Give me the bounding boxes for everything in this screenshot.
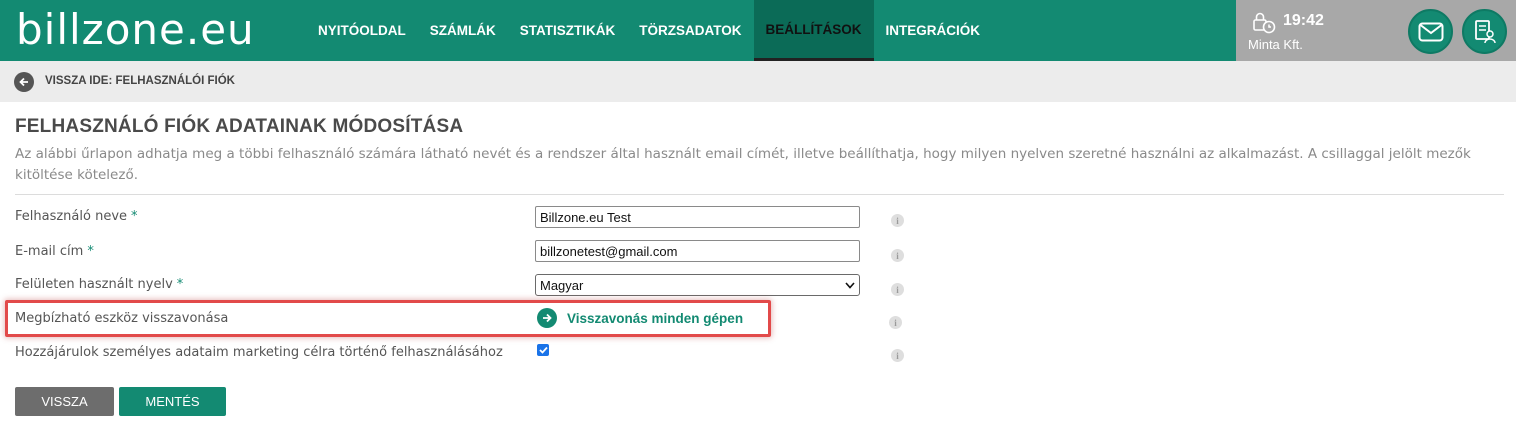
nav-item-invoices[interactable]: SZÁMLÁK xyxy=(418,0,508,61)
name-label-text: Felhasználó neve xyxy=(15,209,128,224)
nav-item-home[interactable]: NYITÓOLDAL xyxy=(306,0,418,61)
mail-icon xyxy=(1418,22,1443,41)
trusted-device-label: Megbízható eszköz visszavonása xyxy=(15,311,229,326)
nav-item-label: BEÁLLÍTÁSOK xyxy=(765,21,862,37)
language-select[interactable]: Magyar xyxy=(535,274,860,296)
nav-item-label: NYITÓOLDAL xyxy=(318,23,406,38)
language-label: Felületen használt nyelv * xyxy=(15,277,183,292)
top-header: billzone.eu NYITÓOLDAL SZÁMLÁK STATISZTI… xyxy=(0,0,1516,61)
revoke-all-devices-link[interactable]: Visszavonás minden gépen xyxy=(537,308,743,328)
page-description: Az alábbi űrlapon adhatja meg a többi fe… xyxy=(15,146,1471,183)
marketing-consent-checkbox[interactable] xyxy=(537,344,549,356)
document-user-icon xyxy=(1474,19,1496,43)
revoke-link-text: Visszavonás minden gépen xyxy=(567,310,744,326)
info-icon[interactable]: i xyxy=(891,283,904,296)
arrow-right-circle-icon xyxy=(537,308,557,328)
nav-item-label: INTEGRÁCIÓK xyxy=(885,23,981,38)
required-mark: * xyxy=(131,209,138,224)
back-link[interactable]: VISSZA IDE: FELHASZNÁLÓI FIÓK xyxy=(45,75,235,87)
required-mark: * xyxy=(176,277,184,292)
email-label: E-mail cím * xyxy=(15,244,94,259)
document-user-button[interactable] xyxy=(1462,9,1507,54)
chevron-down-icon xyxy=(845,281,855,289)
info-icon[interactable]: i xyxy=(889,316,902,329)
checkmark-icon xyxy=(538,346,548,354)
language-select-value: Magyar xyxy=(540,277,584,293)
save-button[interactable]: MENTÉS xyxy=(119,387,226,416)
email-field[interactable] xyxy=(535,240,860,262)
nav-item-label: TÖRZSADATOK xyxy=(639,23,742,38)
lock-clock-icon xyxy=(1253,12,1276,34)
page-title: FELHASZNÁLÓ FIÓK ADATAINAK MÓDOSÍTÁSA xyxy=(15,116,464,137)
mail-button[interactable] xyxy=(1408,9,1453,54)
nav-item-statistics[interactable]: STATISZTIKÁK xyxy=(508,0,628,61)
required-mark: * xyxy=(87,244,94,259)
nav-item-label: STATISZTIKÁK xyxy=(519,23,616,38)
company-name[interactable]: Minta Kft. xyxy=(1248,37,1303,52)
session-time: 19:42 xyxy=(1283,12,1324,29)
marketing-consent-label: Hozzájárulok személyes adataim marketing… xyxy=(15,345,503,360)
email-label-text: E-mail cím xyxy=(15,244,84,259)
logo[interactable]: billzone.eu xyxy=(16,4,255,56)
name-label: Felhasználó neve * xyxy=(15,209,138,224)
nav-item-label: SZÁMLÁK xyxy=(429,23,496,38)
info-icon[interactable]: i xyxy=(891,214,904,227)
nav-item-settings[interactable]: BEÁLLÍTÁSOK xyxy=(753,0,874,61)
language-label-text: Felületen használt nyelv xyxy=(15,277,173,292)
name-field[interactable] xyxy=(535,206,860,228)
back-button[interactable] xyxy=(14,72,34,92)
info-icon[interactable]: i xyxy=(891,249,904,262)
main-nav: NYITÓOLDAL SZÁMLÁK STATISZTIKÁK TÖRZSADA… xyxy=(306,0,992,61)
back-form-button[interactable]: VISSZA xyxy=(15,387,114,416)
info-icon[interactable]: i xyxy=(891,349,904,362)
divider xyxy=(15,194,1504,195)
nav-item-master-data[interactable]: TÖRZSADATOK xyxy=(627,0,753,61)
nav-item-integrations[interactable]: INTEGRÁCIÓK xyxy=(874,0,993,61)
breadcrumb-bar: VISSZA IDE: FELHASZNÁLÓI FIÓK xyxy=(0,61,1516,102)
arrow-left-icon xyxy=(19,77,28,87)
